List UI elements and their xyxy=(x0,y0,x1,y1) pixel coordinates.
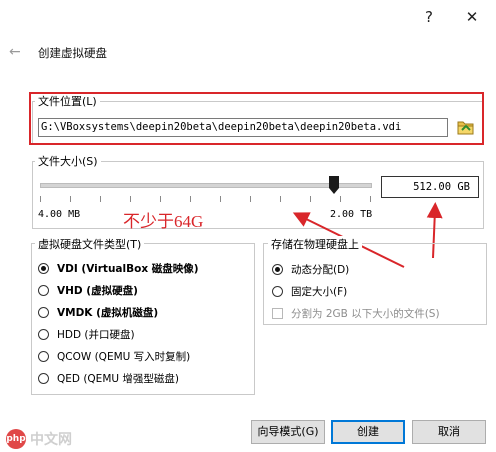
disk-type-option[interactable]: HDD (并口硬盘) xyxy=(38,325,135,343)
radio-unchecked-icon xyxy=(38,372,49,384)
disk-type-label: 虚拟硬盘文件类型(T) xyxy=(35,236,145,252)
dynamic-allocation-radio[interactable]: 动态分配(D) xyxy=(272,260,349,278)
radio-unchecked-icon xyxy=(38,284,49,296)
disk-type-option-label: VDI (VirtualBox 磁盘映像) xyxy=(57,262,199,275)
disk-type-option[interactable]: QED (QEMU 增强型磁盘) xyxy=(38,369,179,387)
disk-type-option[interactable]: VHD (虚拟硬盘) xyxy=(38,281,138,299)
split-files-checkbox[interactable]: 分割为 2GB 以下大小的文件(S) xyxy=(272,304,440,322)
php-logo-icon: php xyxy=(6,429,26,449)
radio-unchecked-icon xyxy=(272,285,283,297)
fixed-size-radio[interactable]: 固定大小(F) xyxy=(272,282,347,300)
watermark: php 中文网 xyxy=(6,429,72,449)
radio-unchecked-icon xyxy=(38,328,49,340)
create-button[interactable]: 创建 xyxy=(331,420,405,444)
watermark-text: 中文网 xyxy=(30,432,72,448)
disk-type-option-label: VMDK (虚拟机磁盘) xyxy=(57,306,159,319)
checkbox-icon xyxy=(272,307,283,319)
disk-type-option-label: HDD (并口硬盘) xyxy=(57,328,135,341)
cancel-button[interactable]: 取消 xyxy=(412,420,486,444)
radio-checked-icon xyxy=(272,263,283,275)
guided-mode-button[interactable]: 向导模式(G) xyxy=(251,420,325,444)
disk-type-option-label: QCOW (QEMU 写入时复制) xyxy=(57,350,191,363)
radio-unchecked-icon xyxy=(38,306,49,318)
disk-type-option-label: QED (QEMU 增强型磁盘) xyxy=(57,372,179,385)
disk-type-option[interactable]: VDI (VirtualBox 磁盘映像) xyxy=(38,259,199,277)
radio-unchecked-icon xyxy=(38,350,49,362)
disk-type-option-label: VHD (虚拟硬盘) xyxy=(57,284,138,297)
radio-checked-icon xyxy=(38,262,49,274)
storage-label: 存储在物理硬盘上 xyxy=(268,236,362,252)
disk-type-option[interactable]: VMDK (虚拟机磁盘) xyxy=(38,303,158,321)
disk-type-option[interactable]: QCOW (QEMU 写入时复制) xyxy=(38,347,190,365)
